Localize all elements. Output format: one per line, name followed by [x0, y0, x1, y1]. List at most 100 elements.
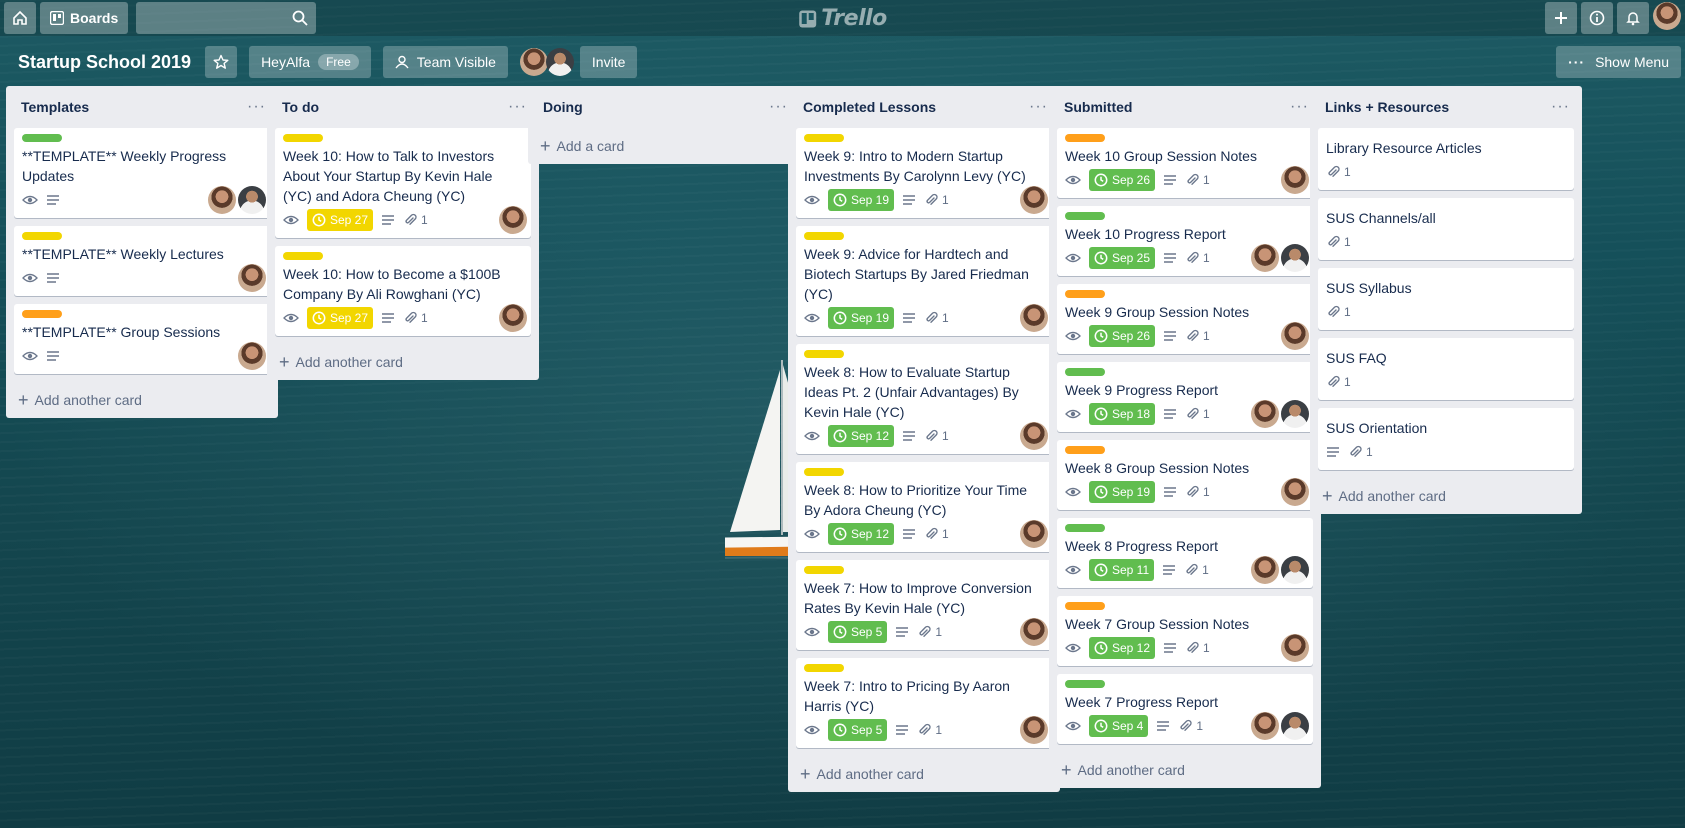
card-label-orange[interactable] [1065, 602, 1105, 610]
member-avatar[interactable] [1281, 634, 1309, 662]
due-date-badge[interactable]: Sep 26 [1089, 169, 1156, 191]
member-avatar[interactable] [499, 304, 527, 332]
card[interactable]: SUS Orientation 1 [1318, 408, 1574, 470]
list-title[interactable]: Completed Lessons [803, 99, 936, 115]
member-avatar[interactable] [1020, 618, 1048, 646]
member-avatar[interactable] [238, 342, 266, 370]
member-avatar[interactable] [238, 264, 266, 292]
add-card-button[interactable]: + Add a card [536, 128, 792, 164]
card-label-yellow[interactable] [804, 134, 844, 142]
card-label-orange[interactable] [22, 310, 62, 318]
member-avatar[interactable] [1020, 304, 1048, 332]
star-button[interactable] [205, 46, 238, 78]
due-date-badge[interactable]: Sep 19 [828, 189, 895, 211]
card[interactable]: Week 8 Progress Report Sep 11 1 [1057, 518, 1313, 588]
card-label-green[interactable] [1065, 680, 1105, 688]
card-label-green[interactable] [22, 134, 62, 142]
member-avatar[interactable] [1020, 716, 1048, 744]
due-date-badge[interactable]: Sep 25 [1089, 247, 1156, 269]
due-date-badge[interactable]: Sep 5 [828, 621, 888, 643]
card[interactable]: Week 8: How to Evaluate Startup Ideas Pt… [796, 344, 1052, 454]
member-avatar[interactable] [1020, 186, 1048, 214]
boards-button[interactable]: Boards [40, 2, 129, 34]
member-avatar[interactable] [1281, 478, 1309, 506]
team-button[interactable]: HeyAlfa Free [249, 46, 371, 78]
add-card-button[interactable]: + Add another card [796, 756, 1052, 792]
member-avatar[interactable] [1251, 556, 1279, 584]
card[interactable]: Library Resource Articles 1 [1318, 128, 1574, 190]
member-avatar[interactable] [1251, 244, 1279, 272]
list-menu-button[interactable]: ··· [1547, 98, 1574, 116]
member-avatar[interactable] [519, 48, 548, 76]
card[interactable]: SUS Syllabus 1 [1318, 268, 1574, 330]
member-avatar[interactable] [1281, 556, 1309, 584]
card[interactable]: SUS FAQ 1 [1318, 338, 1574, 400]
card-label-yellow[interactable] [804, 350, 844, 358]
due-date-badge[interactable]: Sep 19 [1089, 481, 1156, 503]
card[interactable]: **TEMPLATE** Weekly Progress Updates [14, 128, 270, 218]
member-avatar[interactable] [1281, 244, 1309, 272]
list-menu-button[interactable]: ··· [1286, 98, 1313, 116]
member-avatar[interactable] [238, 186, 266, 214]
create-button[interactable] [1545, 2, 1577, 34]
due-date-badge[interactable]: Sep 27 [307, 209, 374, 231]
card[interactable]: Week 10 Progress Report Sep 25 1 [1057, 206, 1313, 276]
due-date-badge[interactable]: Sep 5 [828, 719, 888, 741]
card[interactable]: **TEMPLATE** Group Sessions [14, 304, 270, 374]
list-title[interactable]: Templates [21, 99, 89, 115]
card-label-green[interactable] [1065, 368, 1105, 376]
show-menu-button[interactable]: ··· Show Menu [1556, 46, 1681, 78]
due-date-badge[interactable]: Sep 12 [828, 523, 895, 545]
home-button[interactable] [4, 2, 36, 34]
card-label-yellow[interactable] [283, 134, 323, 142]
member-avatar[interactable] [208, 186, 236, 214]
card-label-orange[interactable] [1065, 446, 1105, 454]
info-button[interactable] [1581, 2, 1613, 34]
card[interactable]: SUS Channels/all 1 [1318, 198, 1574, 260]
due-date-badge[interactable]: Sep 12 [828, 425, 895, 447]
list-menu-button[interactable]: ··· [1025, 98, 1052, 116]
card[interactable]: Week 9 Group Session Notes Sep 26 1 [1057, 284, 1313, 354]
list-title[interactable]: Links + Resources [1325, 99, 1449, 115]
add-card-button[interactable]: + Add another card [14, 382, 270, 418]
visibility-button[interactable]: Team Visible [382, 46, 508, 78]
search-input[interactable] [136, 2, 317, 34]
card[interactable]: Week 10 Group Session Notes Sep 26 1 [1057, 128, 1313, 198]
due-date-badge[interactable]: Sep 26 [1089, 325, 1156, 347]
card[interactable]: Week 8 Group Session Notes Sep 19 1 [1057, 440, 1313, 510]
card[interactable]: Week 9: Intro to Modern Startup Investme… [796, 128, 1052, 218]
due-date-badge[interactable]: Sep 27 [307, 307, 374, 329]
card[interactable]: Week 10: How to Become a $100B Company B… [275, 246, 531, 336]
card[interactable]: Week 9: Advice for Hardtech and Biotech … [796, 226, 1052, 336]
trello-logo[interactable]: Trello [798, 6, 887, 31]
due-date-badge[interactable]: Sep 19 [828, 307, 895, 329]
search-icon[interactable] [292, 10, 308, 26]
user-avatar[interactable] [1653, 2, 1681, 30]
add-card-button[interactable]: + Add another card [1057, 752, 1313, 788]
card[interactable]: Week 10: How to Talk to Investors About … [275, 128, 531, 238]
list-menu-button[interactable]: ··· [504, 98, 531, 116]
member-avatar[interactable] [1020, 422, 1048, 450]
card[interactable]: Week 7: How to Improve Conversion Rates … [796, 560, 1052, 650]
card-label-yellow[interactable] [804, 468, 844, 476]
card[interactable]: Week 9 Progress Report Sep 18 1 [1057, 362, 1313, 432]
add-card-button[interactable]: + Add another card [1318, 478, 1574, 514]
card-label-orange[interactable] [1065, 134, 1105, 142]
card-label-yellow[interactable] [804, 566, 844, 574]
member-avatar[interactable] [1281, 400, 1309, 428]
member-avatar[interactable] [545, 48, 574, 76]
invite-button[interactable]: Invite [579, 46, 638, 78]
due-date-badge[interactable]: Sep 4 [1089, 715, 1149, 737]
list-title[interactable]: Submitted [1064, 99, 1132, 115]
due-date-badge[interactable]: Sep 12 [1089, 637, 1156, 659]
card-label-green[interactable] [1065, 524, 1105, 532]
add-card-button[interactable]: + Add another card [275, 344, 531, 380]
card-label-yellow[interactable] [804, 664, 844, 672]
list-title[interactable]: Doing [543, 99, 583, 115]
card[interactable]: Week 8: How to Prioritize Your Time By A… [796, 462, 1052, 552]
list-menu-button[interactable]: ··· [243, 98, 270, 116]
card-label-orange[interactable] [1065, 290, 1105, 298]
member-avatar[interactable] [1281, 166, 1309, 194]
card-label-yellow[interactable] [283, 252, 323, 260]
card[interactable]: Week 7: Intro to Pricing By Aaron Harris… [796, 658, 1052, 748]
